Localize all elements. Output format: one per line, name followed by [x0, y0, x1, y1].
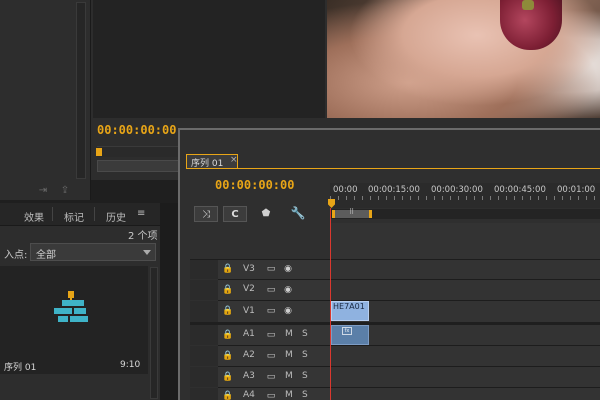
track-row-a4[interactable]: 🔒 A4 ▭ M S	[190, 388, 600, 400]
ruler-ticks	[330, 196, 600, 200]
clip-name: 序列 01	[4, 363, 37, 373]
share-icon[interactable]: ⇪	[58, 184, 72, 196]
panel-menu-icon[interactable]: ≡	[137, 208, 145, 219]
track-name-v1: V1	[243, 306, 255, 316]
in-point-label: 入点:	[4, 250, 28, 261]
tab-effects[interactable]: 效果	[24, 209, 44, 224]
track-area-spacer	[330, 223, 600, 260]
clip-duration: 9:10	[120, 360, 141, 370]
camera-icon[interactable]: ▭	[265, 264, 277, 274]
audio-sync-icon[interactable]: ▭	[265, 372, 277, 382]
ruler-label-4: 00:01:00	[557, 185, 596, 195]
video-clip-name: HE7A01	[333, 302, 365, 311]
add-marker-icon[interactable]: ⬟	[259, 206, 273, 220]
tab-markers[interactable]: 标记	[64, 209, 84, 224]
track-row-v2[interactable]: 🔒 V2 ▭ ◉	[190, 280, 600, 301]
source-video-area	[93, 0, 325, 118]
mute-button[interactable]: M	[285, 350, 293, 360]
grape-stem	[522, 0, 534, 10]
tab-history[interactable]: 历史	[106, 209, 126, 224]
ruler-label-1: 00:00:15:00	[368, 185, 420, 195]
tab-divider	[52, 207, 53, 221]
solo-button[interactable]: S	[302, 371, 308, 381]
playhead-line[interactable]	[330, 208, 331, 400]
video-clip[interactable]: HE7A01	[331, 301, 369, 321]
close-icon[interactable]: ×	[230, 155, 238, 165]
eye-icon[interactable]: ◉	[282, 285, 294, 295]
tab-divider	[94, 207, 95, 221]
solo-button[interactable]: S	[302, 390, 308, 400]
lock-icon[interactable]: 🔒	[222, 285, 233, 295]
camera-icon[interactable]: ▭	[265, 285, 277, 295]
track-row-a1[interactable]: 🔒 A1 ▭ M S	[190, 325, 600, 346]
lock-icon[interactable]: 🔒	[222, 330, 233, 340]
lock-icon[interactable]: 🔒	[222, 264, 233, 274]
track-row-a2[interactable]: 🔒 A2 ▭ M S	[190, 346, 600, 367]
track-row-a3[interactable]: 🔒 A3 ▭ M S	[190, 367, 600, 388]
ruler-label-0: 00:00	[333, 185, 358, 195]
sequence-icon	[52, 291, 92, 331]
timeline-tab[interactable]: 序列 01 ×	[186, 154, 238, 169]
lock-icon[interactable]: 🔒	[222, 391, 233, 400]
lock-icon[interactable]: 🔒	[222, 306, 233, 316]
audio-clip[interactable]: fx	[331, 325, 369, 345]
mute-button[interactable]: M	[285, 371, 293, 381]
source-timecode[interactable]: 00:00:00:00	[97, 123, 176, 137]
grip-icon: ⠿	[349, 208, 355, 216]
panel-gutter	[160, 203, 178, 400]
audio-sync-icon[interactable]: ▭	[265, 391, 277, 400]
track-row-v1[interactable]: 🔒 V1 ▭ ◉	[190, 301, 600, 323]
project-panel: 效果 标记 历史 ≡ 2 个项 入点: 全部 序列 01 9:10	[0, 203, 160, 400]
timeline-tab-underline	[186, 168, 600, 169]
track-name-v2: V2	[243, 284, 255, 294]
track-name-a2: A2	[243, 350, 255, 360]
top-left-panel: ⇥ ⇪	[0, 0, 91, 200]
eye-icon[interactable]: ◉	[282, 264, 294, 274]
track-name-a3: A3	[243, 371, 255, 381]
work-area-range[interactable]: ⠿	[332, 208, 372, 218]
fx-badge-icon: fx	[342, 327, 352, 335]
timeline-timecode[interactable]: 00:00:00:00	[215, 178, 294, 192]
ruler-label-2: 00:00:30:00	[431, 185, 483, 195]
item-count: 2 个项	[128, 231, 158, 242]
track-header-spacer	[190, 223, 330, 260]
mute-button[interactable]: M	[285, 329, 293, 339]
panel-scrollbar[interactable]	[76, 2, 86, 179]
in-point-value: 全部	[36, 250, 56, 261]
audio-sync-icon[interactable]: ▭	[265, 330, 277, 340]
lock-icon[interactable]: 🔒	[222, 351, 233, 361]
in-point-select[interactable]: 全部	[30, 243, 156, 261]
ruler-label-3: 00:00:45:00	[494, 185, 546, 195]
source-playhead-marker[interactable]	[96, 148, 102, 156]
wrench-icon[interactable]: 🔧	[290, 205, 306, 221]
track-name-a4: A4	[243, 390, 255, 400]
snap-icon[interactable]: ⤨	[194, 206, 218, 222]
export-icon[interactable]: ⇥	[36, 184, 50, 196]
link-icon[interactable]: C	[223, 206, 247, 222]
mute-button[interactable]: M	[285, 390, 293, 400]
audio-sync-icon[interactable]: ▭	[265, 351, 277, 361]
chevron-down-icon	[143, 250, 151, 255]
solo-button[interactable]: S	[302, 350, 308, 360]
eye-icon[interactable]: ◉	[282, 306, 294, 316]
track-row-v3[interactable]: 🔒 V3 ▭ ◉	[190, 260, 600, 280]
solo-button[interactable]: S	[302, 329, 308, 339]
track-name-v3: V3	[243, 264, 255, 274]
track-name-a1: A1	[243, 329, 255, 339]
camera-icon[interactable]: ▭	[265, 306, 277, 316]
lock-icon[interactable]: 🔒	[222, 372, 233, 382]
project-scrollbar[interactable]	[150, 267, 158, 399]
